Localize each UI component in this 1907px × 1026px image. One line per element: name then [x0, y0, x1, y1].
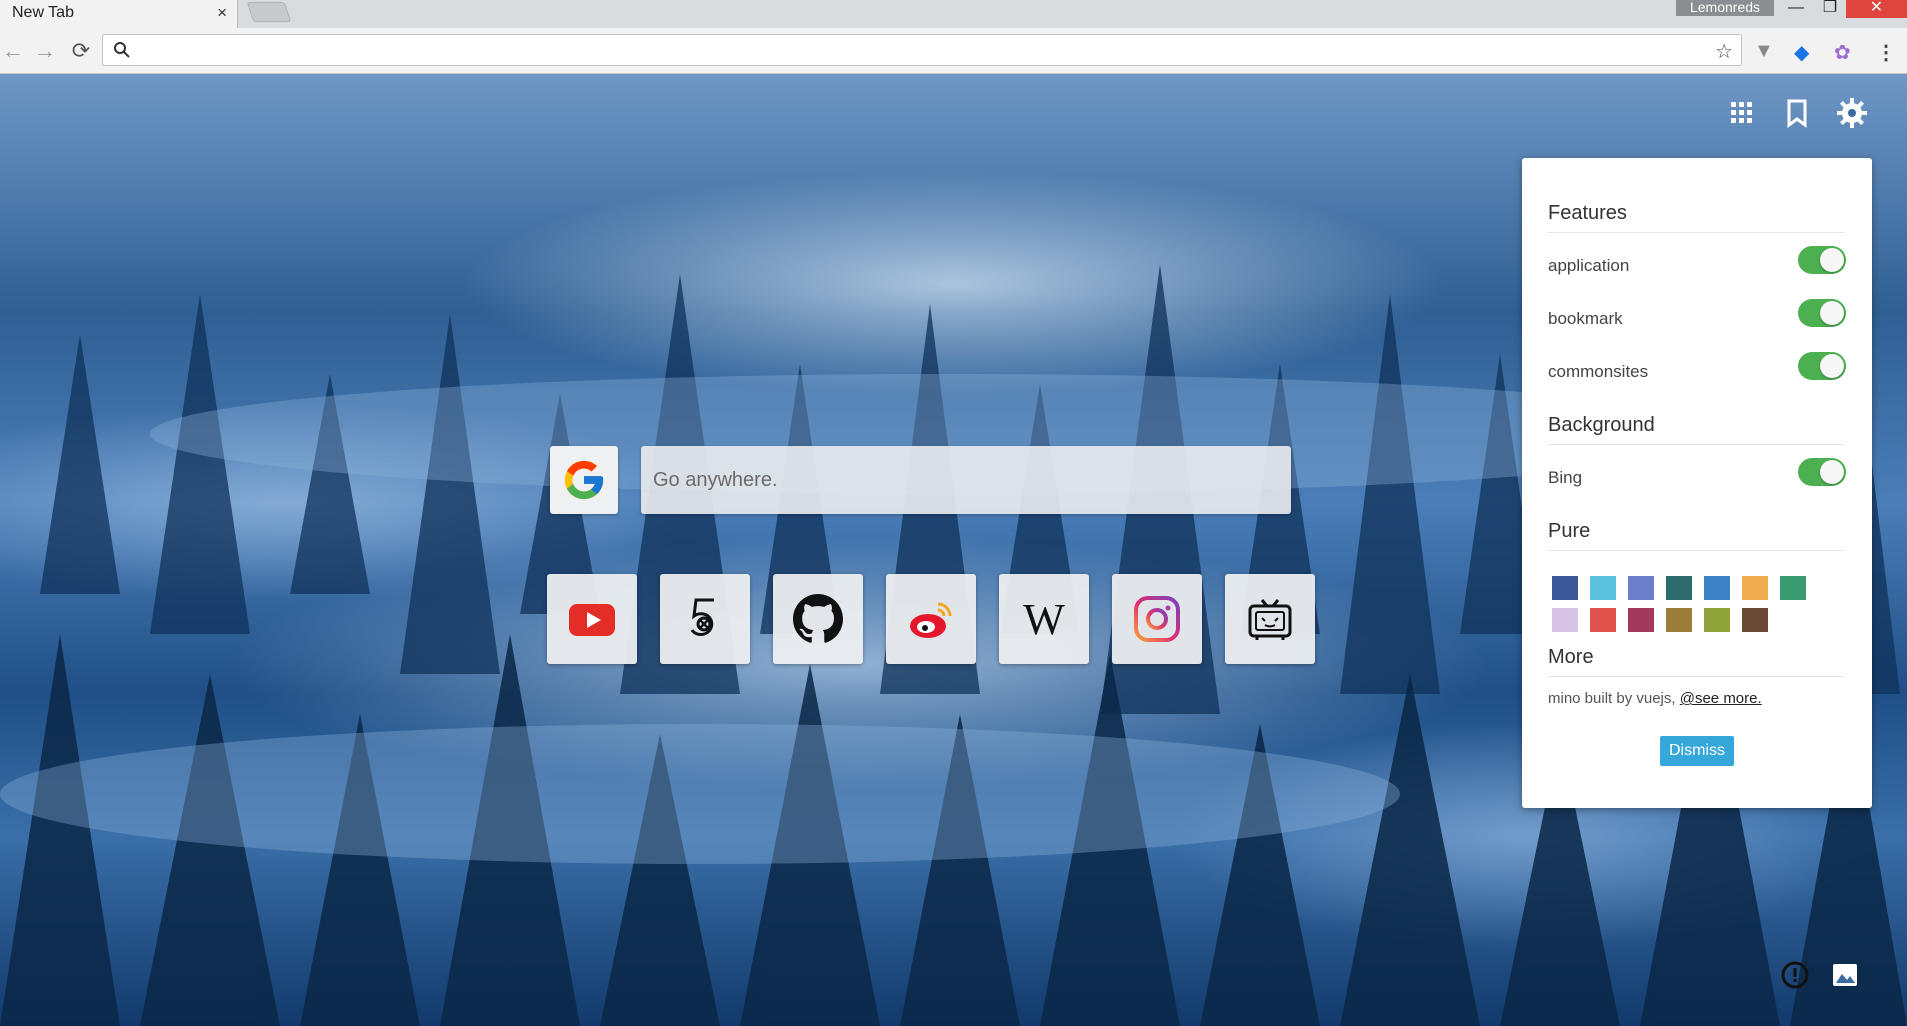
- color-swatch[interactable]: [1704, 608, 1730, 632]
- pure-title: Pure: [1548, 520, 1591, 542]
- color-swatch[interactable]: [1742, 576, 1768, 600]
- background-title: Background: [1548, 414, 1655, 436]
- browser-toolbar: ← → ⟳ ☆ ▼ ◆ ✿ ⋮: [0, 28, 1907, 74]
- toggle-bing[interactable]: [1798, 458, 1846, 486]
- site-instagram[interactable]: [1112, 574, 1202, 664]
- color-swatch[interactable]: [1742, 608, 1768, 632]
- new-tab-page: W: [0, 74, 1907, 1026]
- site-github[interactable]: [773, 574, 863, 664]
- more-text: mino built by vuejs,: [1548, 690, 1680, 707]
- weibo-icon: [910, 602, 952, 638]
- profile-button[interactable]: Lemonreds: [1676, 0, 1774, 16]
- bookmark-star-icon[interactable]: ☆: [1715, 39, 1733, 64]
- toggle-bookmark[interactable]: [1798, 299, 1846, 327]
- reload-icon[interactable]: ⟳: [68, 38, 94, 64]
- color-swatch[interactable]: [1704, 576, 1730, 600]
- search-input[interactable]: [641, 446, 1291, 514]
- site-youtube[interactable]: [547, 574, 637, 664]
- site-weibo[interactable]: [886, 574, 976, 664]
- feature-label-commonsites: commonsites: [1548, 362, 1649, 381]
- back-icon[interactable]: ←: [0, 38, 26, 64]
- tab-title: New Tab: [12, 4, 74, 21]
- feature-label-bookmark: bookmark: [1548, 309, 1623, 328]
- color-swatch[interactable]: [1628, 576, 1654, 600]
- color-swatch[interactable]: [1590, 576, 1616, 600]
- site-bilibili[interactable]: [1225, 574, 1315, 664]
- site-wikipedia[interactable]: W: [999, 574, 1089, 664]
- bilibili-icon: [1248, 599, 1292, 640]
- more-description: mino built by vuejs, @see more.: [1548, 690, 1762, 707]
- svg-text:W: W: [1023, 595, 1065, 644]
- forward-icon[interactable]: →: [32, 38, 58, 64]
- info-icon[interactable]: [1780, 960, 1810, 990]
- address-bar[interactable]: ☆: [102, 34, 1742, 66]
- color-swatch[interactable]: [1628, 608, 1654, 632]
- background-divider: [1548, 444, 1844, 445]
- youtube-icon: [569, 604, 615, 636]
- new-tab-button[interactable]: [246, 2, 292, 22]
- see-more-link[interactable]: @see more.: [1680, 690, 1762, 707]
- github-icon: [793, 594, 843, 643]
- google-icon: [564, 460, 604, 500]
- search-icon: [114, 42, 130, 58]
- image-icon[interactable]: [1830, 960, 1860, 990]
- 500px-icon: [690, 598, 714, 636]
- toggle-knob: [1820, 354, 1844, 378]
- settings-panel: Features application bookmark commonsite…: [1522, 158, 1872, 808]
- feature-label-application: application: [1548, 256, 1630, 275]
- browser-menu-icon[interactable]: ⋮: [1876, 40, 1896, 65]
- pure-divider: [1548, 550, 1844, 551]
- color-swatch[interactable]: [1552, 608, 1578, 632]
- color-swatch[interactable]: [1590, 608, 1616, 632]
- search-engine-button[interactable]: [550, 446, 618, 514]
- close-window-button[interactable]: ✕: [1846, 0, 1907, 18]
- settings-gear-icon[interactable]: [1835, 96, 1869, 130]
- features-divider: [1548, 232, 1844, 233]
- color-swatch[interactable]: [1666, 608, 1692, 632]
- background-label-bing: Bing: [1548, 468, 1583, 487]
- more-title: More: [1548, 646, 1594, 668]
- more-divider: [1548, 676, 1844, 677]
- bookmark-icon[interactable]: [1780, 96, 1814, 130]
- tab-new-tab[interactable]: New Tab ×: [0, 0, 238, 28]
- extension-vue-icon[interactable]: ▼: [1754, 40, 1774, 63]
- dismiss-button[interactable]: Dismiss: [1660, 736, 1734, 766]
- wikipedia-icon: W: [1023, 595, 1065, 644]
- tab-close-icon[interactable]: ×: [217, 3, 227, 23]
- color-swatch[interactable]: [1780, 576, 1806, 600]
- toggle-knob: [1820, 248, 1844, 272]
- extension-flower-icon[interactable]: ✿: [1834, 40, 1851, 65]
- toggle-application[interactable]: [1798, 246, 1846, 274]
- instagram-icon: [1134, 596, 1180, 642]
- apps-grid-icon[interactable]: [1725, 96, 1759, 130]
- toggle-knob: [1820, 460, 1844, 484]
- toggle-commonsites[interactable]: [1798, 352, 1846, 380]
- color-swatch[interactable]: [1666, 576, 1692, 600]
- extension-tag-icon[interactable]: ◆: [1794, 40, 1809, 65]
- browser-titlebar: New Tab × Lemonreds — ❐ ✕: [0, 0, 1907, 28]
- color-swatch[interactable]: [1552, 576, 1578, 600]
- site-500px[interactable]: [660, 574, 750, 664]
- toggle-knob: [1820, 301, 1844, 325]
- features-title: Features: [1548, 202, 1627, 224]
